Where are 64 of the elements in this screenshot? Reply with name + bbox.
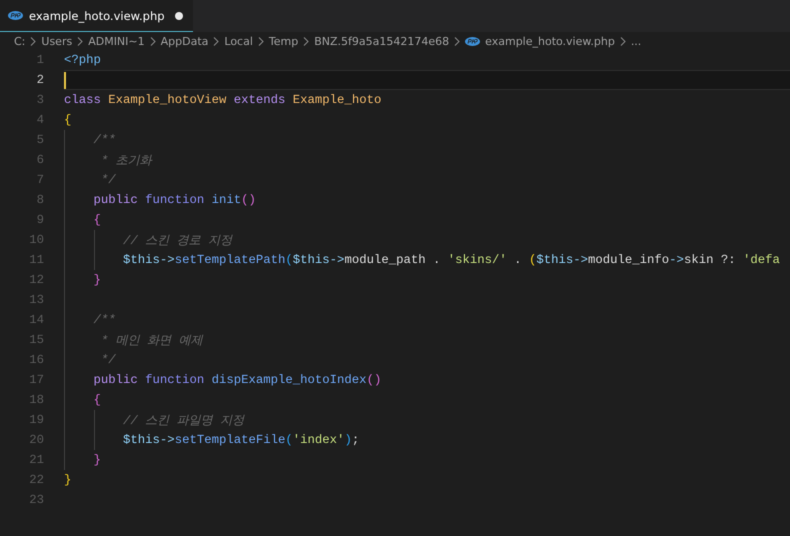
code-line: */ (64, 350, 790, 370)
code-line: * 초기화 (64, 150, 790, 170)
line-number: 17 (28, 373, 44, 387)
line-number: 16 (28, 353, 44, 367)
breadcrumb-item[interactable]: BNZ.5f9a5a1542174e68 (314, 34, 450, 48)
code-line: // 스킨 경로 지정 (64, 230, 790, 250)
line-number: 5 (36, 133, 44, 147)
line-number: 21 (28, 453, 44, 467)
line-number: 20 (28, 433, 44, 447)
breadcrumb-item[interactable]: AppData (160, 34, 208, 48)
breadcrumb-item[interactable]: Temp (268, 34, 298, 48)
breadcrumb-item[interactable]: Users (41, 34, 72, 48)
code-line: // 스킨 파일명 지정 (64, 410, 790, 430)
line-number: 4 (36, 113, 44, 127)
line-number: 22 (28, 473, 44, 487)
code-line: { (64, 112, 72, 129)
code-line: public function init() (64, 190, 790, 210)
php-file-icon (8, 11, 23, 20)
chevron-right-icon (30, 36, 36, 46)
line-number: 1 (36, 53, 44, 67)
chevron-right-icon (258, 36, 264, 46)
editor-tab[interactable]: example_hoto.view.php (0, 0, 193, 32)
line-number: 7 (36, 173, 44, 187)
line-number: 6 (36, 153, 44, 167)
code-line: */ (64, 170, 790, 190)
code-line: /** (64, 130, 790, 150)
chevron-right-icon (454, 36, 460, 46)
code-line: * 메인 화면 예제 (64, 330, 790, 350)
chevron-right-icon (77, 36, 84, 46)
line-number: 19 (28, 413, 44, 427)
line-number: 2 (36, 73, 44, 87)
line-number: 10 (28, 233, 44, 247)
breadcrumb-item[interactable]: ... (630, 34, 642, 48)
line-number: 9 (36, 213, 44, 227)
line-number: 8 (36, 193, 44, 207)
chevron-right-icon (213, 36, 220, 46)
code-line: } (64, 472, 72, 489)
code-line: public function dispExample_hotoIndex() (64, 370, 790, 390)
php-file-icon (465, 36, 480, 46)
breadcrumb-item[interactable]: C: (14, 34, 26, 48)
code-line: <?php (64, 52, 102, 69)
text-cursor (64, 72, 66, 88)
breadcrumb-item[interactable]: example_hoto.view.php (485, 34, 615, 48)
line-number: 14 (28, 313, 44, 327)
breadcrumb-item[interactable]: Local (224, 34, 253, 48)
code-line: { (64, 390, 790, 410)
code-line: } (64, 270, 790, 290)
chevron-right-icon (620, 36, 626, 46)
line-number: 13 (28, 293, 44, 307)
chevron-right-icon (303, 36, 310, 46)
line-number: 3 (36, 93, 44, 107)
code-line: } (64, 450, 790, 470)
code-line: /** (64, 310, 790, 330)
code-line: class Example_hotoView extends Example_hoto (64, 92, 382, 109)
line-number: 15 (28, 333, 44, 347)
code-line: $this->setTemplatePath($this->module_path . 'skins/' . ($this->module_info->skin ?: 'defa (64, 250, 790, 270)
chevron-right-icon (150, 36, 156, 46)
code-line: $this->setTemplateFile('index'); (64, 430, 790, 450)
line-number: 11 (28, 253, 44, 267)
line-number: 18 (28, 393, 44, 407)
line-number: 12 (28, 273, 44, 287)
breadcrumb-item[interactable]: ADMINI~1 (88, 34, 145, 48)
line-number: 23 (28, 493, 44, 507)
code-line: { (64, 210, 790, 230)
